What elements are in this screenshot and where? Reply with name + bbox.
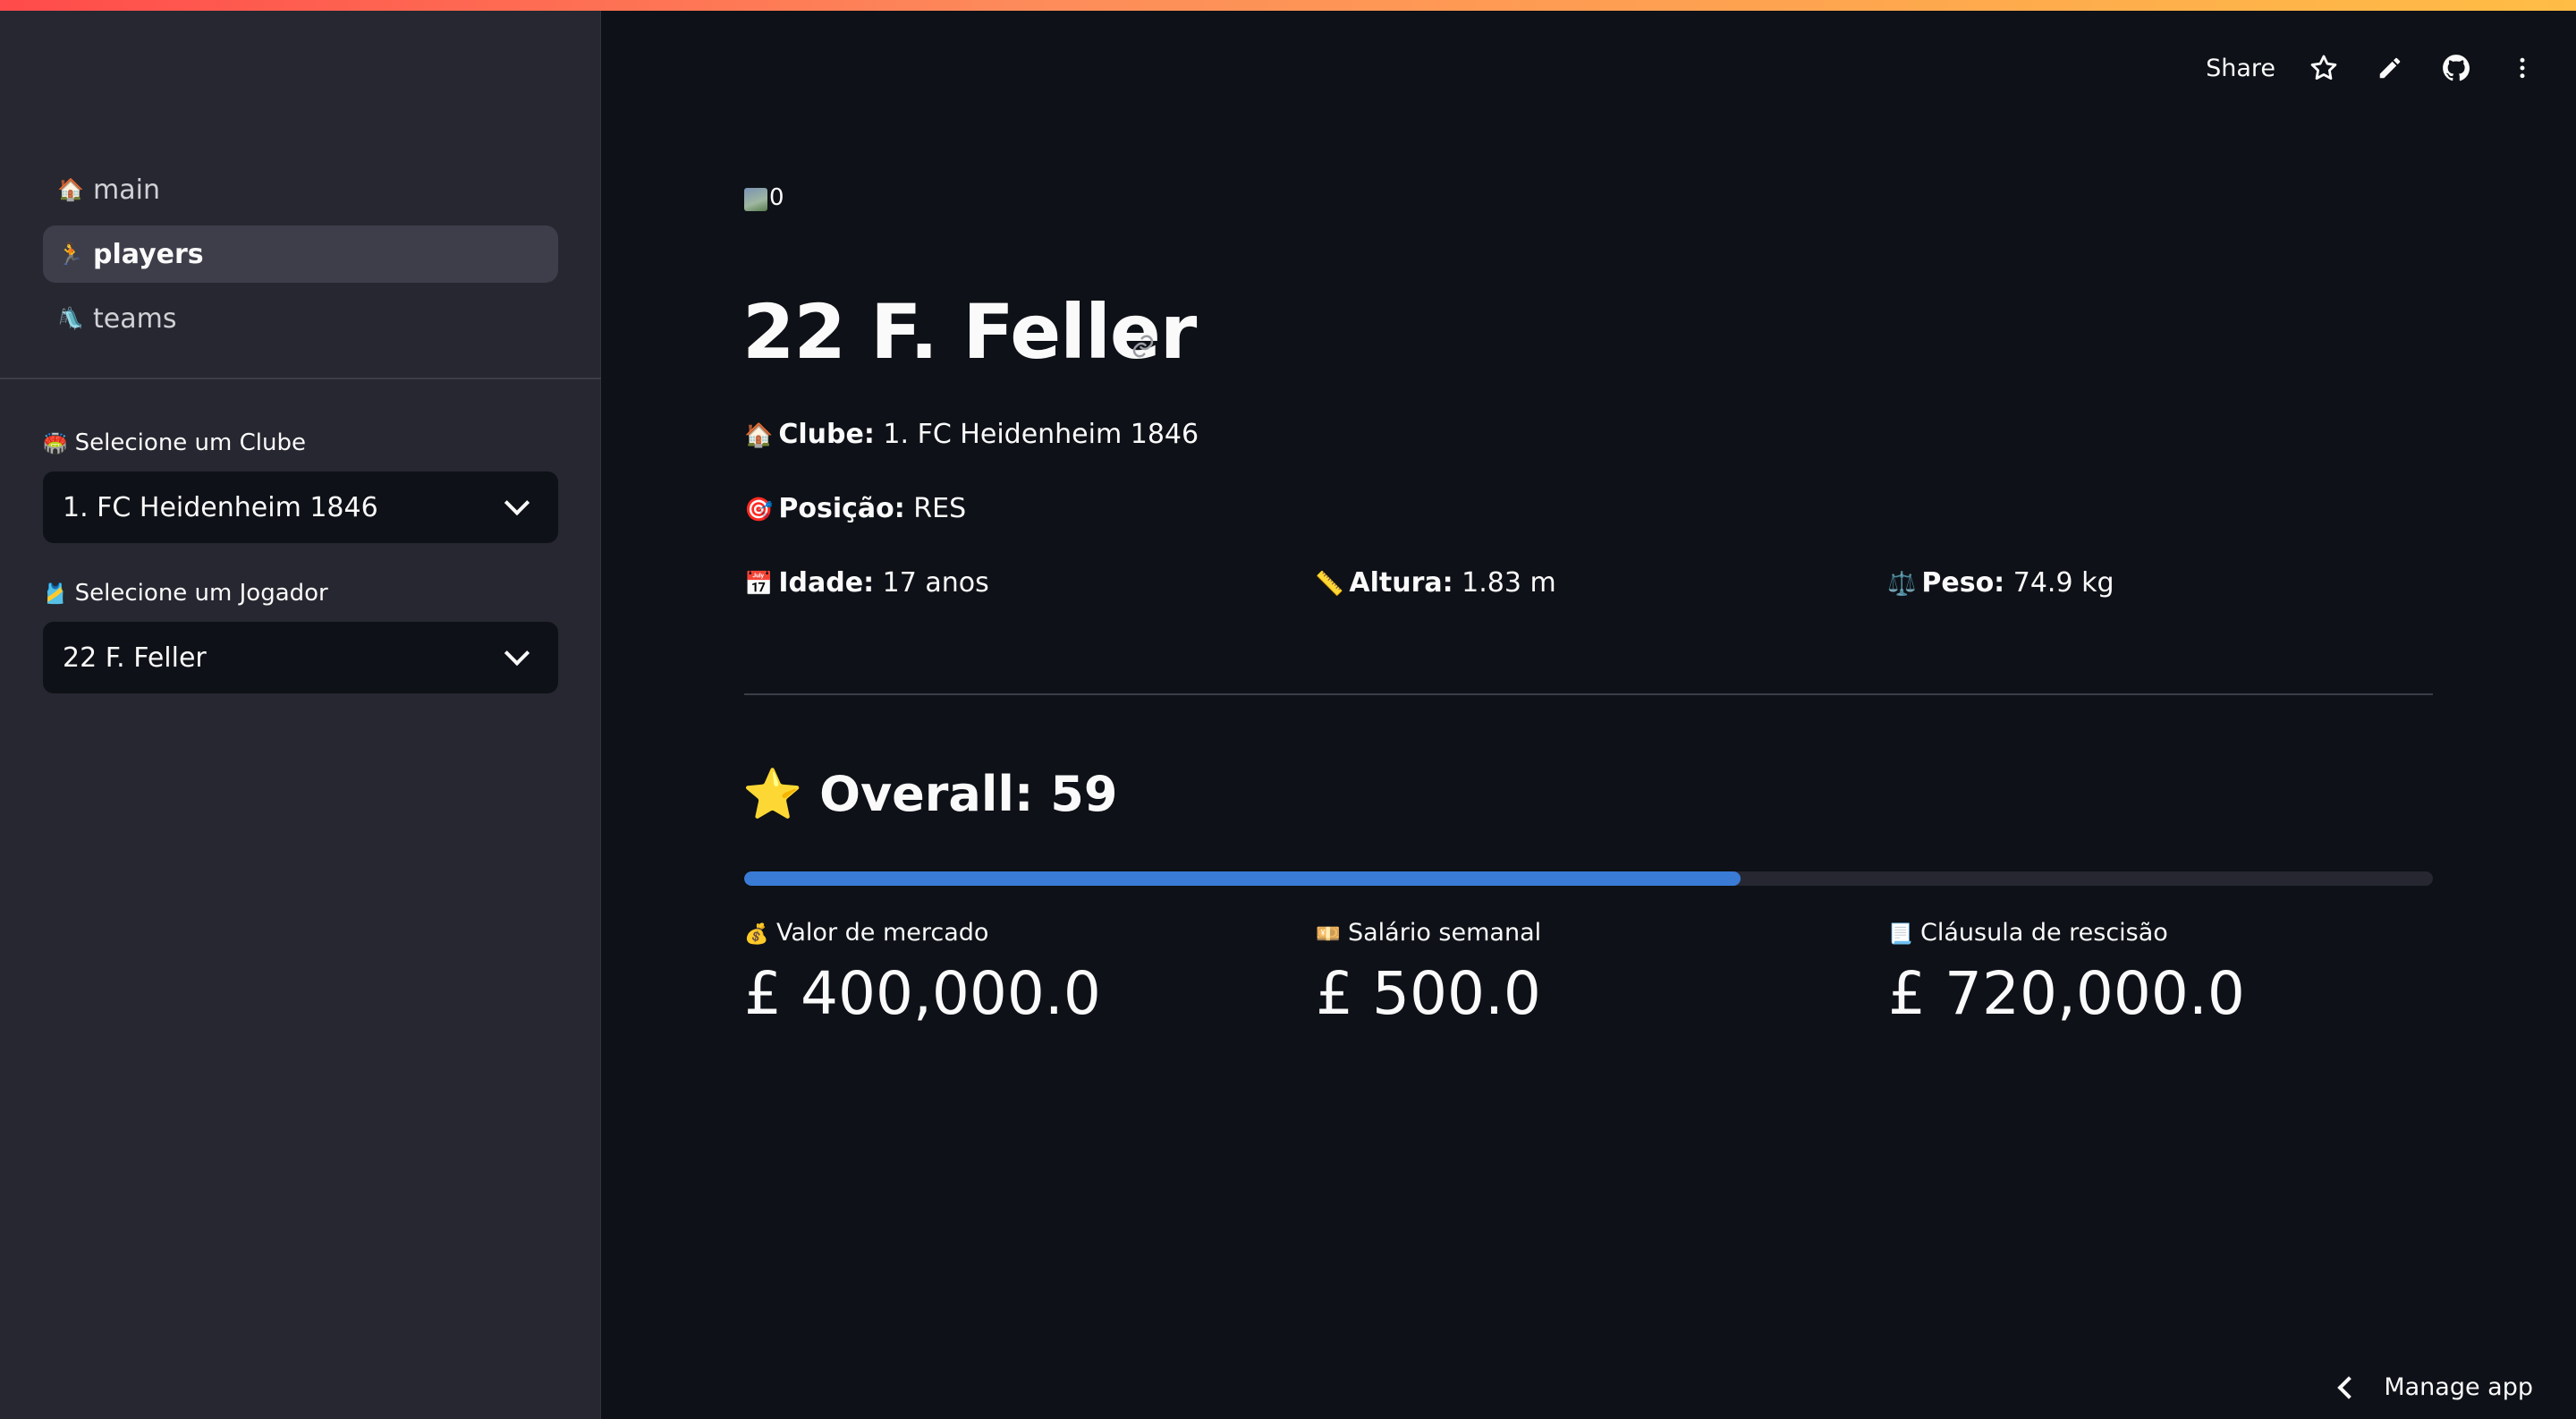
teams-icon: 🛝 xyxy=(57,306,84,331)
top-toolbar: Share xyxy=(2206,50,2540,86)
club-select[interactable]: 1. FC Heidenheim 1846 xyxy=(43,472,558,543)
overall-text: Overall: 59 xyxy=(819,766,1118,822)
sidebar-item-teams[interactable]: 🛝 teams xyxy=(43,290,558,347)
star-icon[interactable] xyxy=(2306,50,2342,86)
star-icon: ⭐ xyxy=(742,766,803,822)
sidebar-item-main[interactable]: 🏠 main xyxy=(43,161,558,218)
chevron-down-icon xyxy=(504,640,530,667)
share-button[interactable]: Share xyxy=(2206,55,2275,82)
player-select-label: 🎽 Selecione um Jogador xyxy=(43,580,328,607)
club-info: 🏠 Clube: 1. FC Heidenheim 1846 xyxy=(744,419,1199,450)
player-select[interactable]: 22 F. Feller xyxy=(43,622,558,693)
calendar-icon: 📅 xyxy=(744,571,774,598)
height-info: 📏 Altura: 1.83 m xyxy=(1315,567,1556,599)
scale-icon: ⚖️ xyxy=(1887,571,1917,598)
chevron-down-icon xyxy=(504,489,530,516)
runner-icon: 🏃 xyxy=(57,242,84,267)
release-clause-value: £ 720,000.0 xyxy=(1888,959,2245,1028)
sidebar-item-label: players xyxy=(93,238,204,270)
github-icon[interactable] xyxy=(2438,50,2474,86)
overall-progress-fill xyxy=(744,871,1741,886)
ruler-icon: 📏 xyxy=(1315,571,1344,598)
weekly-salary-label: 💴 Salário semanal xyxy=(1316,919,1542,947)
target-icon: 🎯 xyxy=(744,497,774,523)
top-decoration-bar xyxy=(0,0,2576,11)
overall-progress-bar xyxy=(744,871,2433,886)
position-info: 🎯 Posição: RES xyxy=(744,493,967,524)
club-value: 1. FC Heidenheim 1846 xyxy=(883,419,1199,450)
stadium-icon: 🏟️ xyxy=(43,433,68,455)
release-clause-label: 📃 Cláusula de rescisão xyxy=(1888,919,2168,947)
market-value-label: 💰 Valor de mercado xyxy=(744,919,989,947)
pencil-icon[interactable] xyxy=(2372,50,2408,86)
position-value: RES xyxy=(913,493,967,524)
player-image: 0 xyxy=(744,184,784,211)
age-value: 17 anos xyxy=(882,567,989,599)
manage-app-button[interactable]: Manage app xyxy=(2337,1373,2533,1401)
money-bag-icon: 💰 xyxy=(744,923,769,946)
weight-value: 74.9 kg xyxy=(2012,567,2114,599)
sidebar-item-players[interactable]: 🏃 players xyxy=(43,225,558,283)
sidebar-nav: 🏠 main 🏃 players 🛝 teams xyxy=(43,161,558,354)
club-select-label: 🏟️ Selecione um Clube xyxy=(43,429,306,456)
sidebar-item-label: teams xyxy=(93,302,177,335)
age-info: 📅 Idade: 17 anos xyxy=(744,567,989,599)
sidebar-divider xyxy=(0,378,601,379)
club-select-value: 1. FC Heidenheim 1846 xyxy=(63,491,378,523)
overall-heading: ⭐ Overall: 59 xyxy=(742,766,1117,823)
weight-info: ⚖️ Peso: 74.9 kg xyxy=(1887,567,2114,599)
jersey-icon: 🎽 xyxy=(43,583,68,606)
weekly-salary-value: £ 500.0 xyxy=(1316,959,1541,1028)
broken-image-icon xyxy=(744,188,767,211)
banknote-icon: 💴 xyxy=(1316,923,1341,946)
divider xyxy=(744,693,2433,695)
anchor-link-icon[interactable] xyxy=(1127,333,1159,363)
manage-app-label: Manage app xyxy=(2384,1373,2533,1401)
market-value: £ 400,000.0 xyxy=(744,959,1101,1028)
image-alt-text: 0 xyxy=(769,184,784,211)
sidebar-item-label: main xyxy=(93,174,160,206)
chevron-left-icon xyxy=(2337,1375,2361,1399)
height-value: 1.83 m xyxy=(1462,567,1556,599)
player-select-value: 22 F. Feller xyxy=(63,642,207,674)
house-icon: 🏠 xyxy=(744,422,774,449)
document-icon: 📃 xyxy=(1888,923,1913,946)
more-vertical-icon[interactable] xyxy=(2504,50,2540,86)
house-icon: 🏠 xyxy=(57,177,84,202)
sidebar: 🏠 main 🏃 players 🛝 teams 🏟️ Selecione um… xyxy=(0,0,601,1419)
